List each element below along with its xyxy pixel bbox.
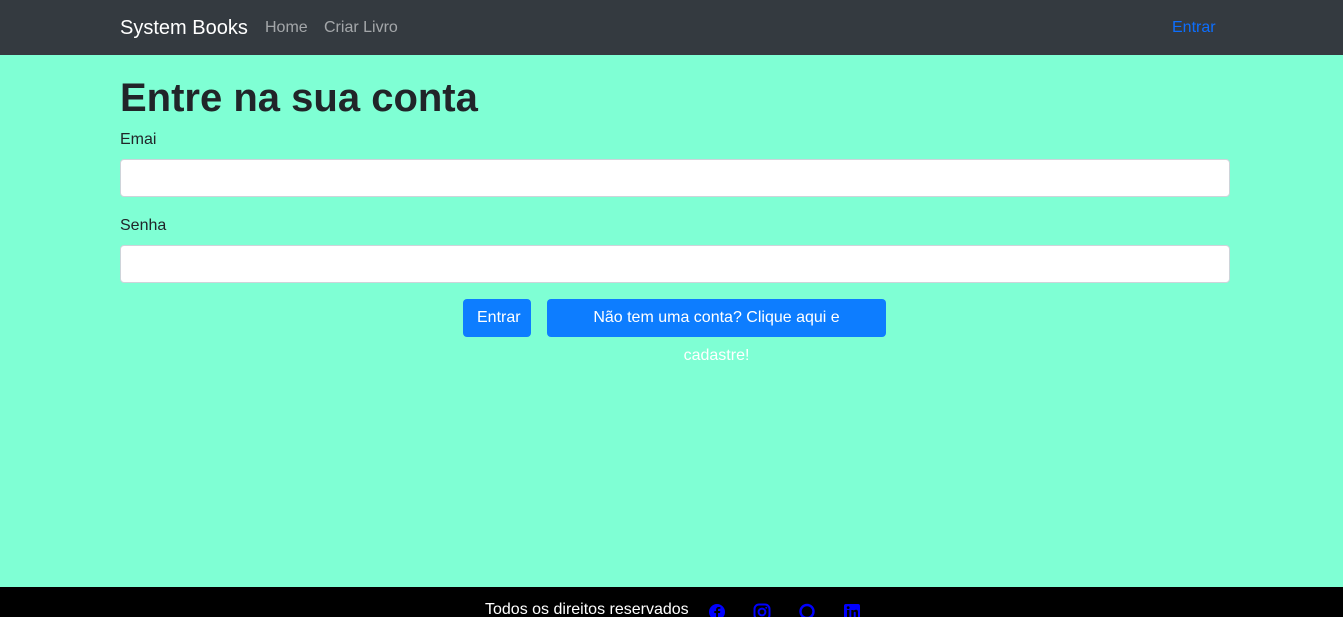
footer: Todos os direitos reservados [0, 587, 1343, 617]
page-title: Entre na sua conta [120, 76, 478, 120]
nav-link-home[interactable]: Home [265, 18, 308, 38]
nav-link-login[interactable]: Entrar [1172, 18, 1216, 38]
instagram-icon[interactable] [753, 603, 771, 617]
email-label: Emai [120, 131, 157, 148]
signup-button[interactable]: Não tem uma conta? Clique aqui e cadastr… [547, 299, 886, 364]
password-field[interactable] [120, 245, 1230, 283]
footer-copyright: Todos os direitos reservados [485, 601, 689, 617]
linkedin-icon[interactable] [843, 603, 861, 617]
facebook-icon[interactable] [708, 603, 726, 617]
nav-link-create-book[interactable]: Criar Livro [324, 18, 398, 38]
github-icon[interactable] [798, 603, 816, 617]
brand-link[interactable]: System Books [120, 15, 248, 41]
email-field[interactable] [120, 159, 1230, 197]
login-button[interactable]: Entrar [463, 299, 531, 337]
password-label: Senha [120, 217, 167, 234]
navbar: System Books Home Criar Livro Entrar [0, 0, 1343, 55]
